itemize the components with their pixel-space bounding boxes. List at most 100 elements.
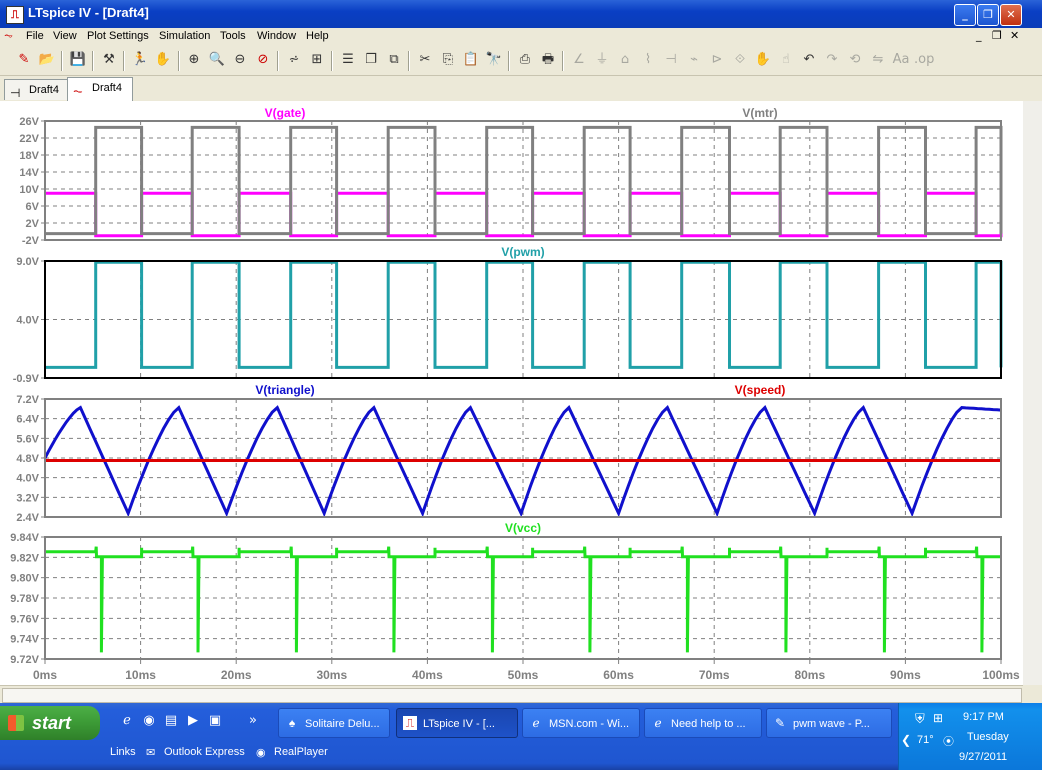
clock-time[interactable]: 9:17 PM [963,711,1004,723]
tile-vertical-icon[interactable]: ⧉ [384,50,404,70]
system-tray: ⛨ ⊞ ❮ 71° ⦿ 9:17 PM Tuesday 9/27/2011 [898,703,1042,770]
zoom-area-icon[interactable]: 🔍 [207,50,227,70]
menu-window[interactable]: Window [257,30,296,42]
tab-schematic-label: Draft4 [29,84,59,96]
close-button[interactable]: ✕ [1000,4,1022,26]
restore-button[interactable]: ❐ [977,4,999,26]
mirror-icon[interactable]: ⇋ [868,50,888,70]
print-preview-icon[interactable]: ⎙ [515,50,535,70]
y-tick-label: 9.76V [10,613,39,625]
component-icon[interactable]: ⟐ [730,50,750,70]
ltspice-app-icon[interactable]: ⎍ [6,6,24,24]
print-icon[interactable]: 🖶 [538,50,558,70]
autorange-icon[interactable]: ⩫ [284,50,304,70]
cascade-icon[interactable]: ❐ [361,50,381,70]
pan-hand-icon[interactable]: ✋ [153,50,173,70]
mdi-close-icon[interactable]: ✕ [1010,29,1019,42]
capacitor-icon[interactable]: ⊣ [661,50,681,70]
resistor-icon[interactable]: ⌇ [638,50,658,70]
wireless-icon[interactable]: ⦿ [943,733,954,749]
tab-waveform[interactable]: ⏦ Draft4 [67,77,133,101]
toolbar: ✎ 📂 💾 ⚒ 🏃 ✋ ⊕ 🔍 ⊖ ⊘ ⩫ ⊞ ☰ ❐ ⧉ ✂ ⎘ 📋 🔭 ⎙ … [0,47,1042,76]
menu-file[interactable]: File [26,30,44,42]
outlook-icon[interactable]: ✉ [146,746,155,759]
trace-label: V(vcc) [505,521,541,535]
x-tick-label: 30ms [316,668,347,682]
task-msn[interactable]: ℯ MSN.com - Wi... [522,708,640,738]
zoom-cancel-icon[interactable]: ⊘ [253,50,273,70]
fit-icon[interactable]: ⊞ [307,50,327,70]
control-panel-icon[interactable]: ⚒ [99,50,119,70]
y-tick-label: 2V [26,218,40,230]
y-tick-label: 9.78V [10,593,39,605]
horizontal-scrollbar-thumb[interactable] [2,688,1022,703]
clock-date: 9/27/2011 [959,751,1008,763]
realplayer-icon[interactable]: ◉ [256,746,266,759]
spice-directive-icon[interactable]: .op [914,50,934,70]
task-solitaire[interactable]: ♠ Solitaire Delu... [278,708,390,738]
zoom-out-icon[interactable]: ⊖ [230,50,250,70]
move-icon[interactable]: ✋ [753,50,773,70]
menu-tools[interactable]: Tools [220,30,246,42]
task-ltspice[interactable]: ⎍ LTspice IV - [... [396,708,518,738]
task-pwm-wave[interactable]: ✎ pwm wave - P... [766,708,892,738]
folder-quicklaunch-icon[interactable]: ▤ [162,712,180,730]
horizontal-scrollbar[interactable] [0,685,1023,704]
trace-vgate [45,191,1003,238]
text-icon[interactable]: Aa [891,50,911,70]
y-tick-label: 2.4V [16,512,39,524]
toolbar-separator [331,51,333,71]
x-tick-label: 80ms [794,668,825,682]
paste-icon[interactable]: 📋 [461,50,481,70]
chevron-left-icon[interactable]: ❮ [901,733,911,747]
browser-quicklaunch-icon[interactable]: ◉ [140,712,158,730]
waveform-viewer[interactable]: 26V 22V 18V 14V 10V 6V 2V -2V V(gate) V(mtr) 9.0V 4… [0,101,1023,685]
new-schematic-icon[interactable]: ✎ [14,50,34,70]
desktop-quicklaunch-icon[interactable]: ▣ [206,712,224,730]
mdi-restore-icon[interactable]: ❐ [992,29,1002,42]
menu-plot-settings[interactable]: Plot Settings [87,30,149,42]
wire-icon[interactable]: ∠ [569,50,589,70]
menu-help[interactable]: Help [306,30,329,42]
vertical-scrollbar-track[interactable] [1023,101,1042,685]
drag-icon[interactable]: ☝ [776,50,796,70]
ground-icon[interactable]: ⏚ [592,50,612,70]
open-icon[interactable]: 📂 [37,50,57,70]
start-button[interactable]: start [0,706,100,740]
diode-icon[interactable]: ⊳ [707,50,727,70]
inductor-icon[interactable]: ⌁ [684,50,704,70]
menu-view[interactable]: View [53,30,77,42]
label-net-icon[interactable]: ⌂ [615,50,635,70]
toolbar-separator [92,51,94,71]
copy-icon[interactable]: ⎘ [438,50,458,70]
mdi-waveform-icon[interactable]: ⏦ [4,30,13,43]
minimize-button[interactable]: _ [954,4,976,26]
weather-temp[interactable]: 71° [917,734,934,746]
link-realplayer[interactable]: RealPlayer [274,746,328,758]
y-tick-label: 3.2V [16,492,39,504]
zoom-in-icon[interactable]: ⊕ [184,50,204,70]
media-quicklaunch-icon[interactable]: ▶ [184,712,202,730]
waveform-plots[interactable]: 26V 22V 18V 14V 10V 6V 2V -2V V(gate) V(mtr) 9.0V 4… [0,101,1023,685]
tab-waveform-label: Draft4 [92,82,122,94]
network-icon[interactable]: ⊞ [933,711,943,725]
rotate-icon[interactable]: ⟲ [845,50,865,70]
menu-bar: ⏦ File View Plot Settings Simulation Too… [0,28,1042,46]
tab-schematic[interactable]: ⊣ Draft4 [4,79,72,100]
run-icon[interactable]: 🏃 [130,50,150,70]
chevron-icon[interactable]: » [244,712,262,730]
tile-horizontal-icon[interactable]: ☰ [338,50,358,70]
link-outlook-express[interactable]: Outlook Express [164,746,245,758]
redo-icon[interactable]: ↷ [822,50,842,70]
ie-quicklaunch-icon[interactable]: ℯ [118,712,136,730]
find-icon[interactable]: 🔭 [484,50,504,70]
save-icon[interactable]: 💾 [68,50,88,70]
undo-icon[interactable]: ↶ [799,50,819,70]
task-need-help[interactable]: ℯ Need help to ... [644,708,762,738]
y-tick-label: 9.84V [10,532,39,544]
menu-simulation[interactable]: Simulation [159,30,210,42]
y-tick-label: 6.4V [16,414,39,426]
cut-icon[interactable]: ✂ [415,50,435,70]
mdi-minimize-icon[interactable]: _ [976,29,982,42]
antivirus-icon[interactable]: ⛨ [915,711,925,727]
